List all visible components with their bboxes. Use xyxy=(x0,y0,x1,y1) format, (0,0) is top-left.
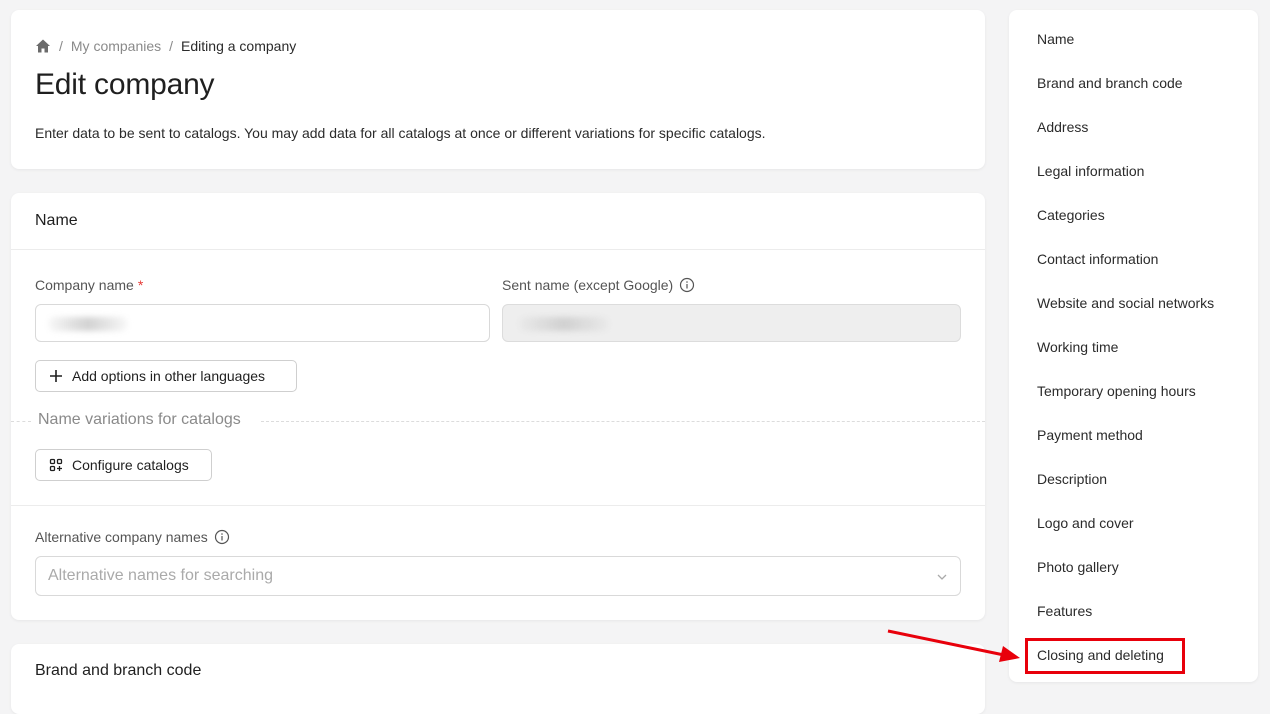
sidebar-item-temporary-hours[interactable]: Temporary opening hours xyxy=(1037,383,1196,399)
configure-catalogs-button[interactable]: Configure catalogs xyxy=(35,449,212,481)
grid-plus-icon xyxy=(48,457,64,473)
brand-section-card: Brand and branch code xyxy=(11,644,985,714)
company-name-input[interactable] xyxy=(35,304,490,342)
sidebar-item-working-time[interactable]: Working time xyxy=(1037,339,1118,355)
sidebar-item-logo[interactable]: Logo and cover xyxy=(1037,515,1134,531)
add-languages-button-label: Add options in other languages xyxy=(72,368,266,384)
dashed-line xyxy=(11,421,31,422)
sidebar-item-payment[interactable]: Payment method xyxy=(1037,427,1143,443)
section-title-brand: Brand and branch code xyxy=(35,662,202,679)
home-icon[interactable] xyxy=(35,38,51,54)
breadcrumb: / My companies / Editing a company xyxy=(35,38,296,54)
name-section-card: Name Company name * Sent name (except Go… xyxy=(11,193,985,620)
sidebar-item-features[interactable]: Features xyxy=(1037,603,1092,619)
section-divider xyxy=(11,249,985,250)
info-icon[interactable] xyxy=(214,529,230,545)
page-title: Edit company xyxy=(35,68,215,101)
sidebar-item-categories[interactable]: Categories xyxy=(1037,207,1105,223)
sent-name-label-text: Sent name (except Google) xyxy=(502,277,674,293)
sidebar-item-description[interactable]: Description xyxy=(1037,471,1107,487)
breadcrumb-separator: / xyxy=(59,38,63,54)
variations-label: Name variations for catalogs xyxy=(38,411,241,429)
page-description: Enter data to be sent to catalogs. You m… xyxy=(35,125,766,141)
chevron-down-icon xyxy=(936,570,948,582)
plus-icon xyxy=(48,368,64,384)
annotation-highlight-box xyxy=(1025,638,1185,674)
sent-name-input xyxy=(502,304,961,342)
info-icon[interactable] xyxy=(679,277,695,293)
alt-names-label-text: Alternative company names xyxy=(35,529,208,545)
alt-names-select[interactable]: Alternative names for searching xyxy=(35,556,961,596)
required-mark: * xyxy=(137,277,144,293)
breadcrumb-my-companies[interactable]: My companies xyxy=(71,38,161,54)
alt-names-label: Alternative company names xyxy=(35,529,230,545)
sidebar-item-website[interactable]: Website and social networks xyxy=(1037,295,1214,311)
section-nav-sidebar: Name Brand and branch code Address Legal… xyxy=(1009,10,1258,682)
section-divider xyxy=(11,505,985,506)
catalog-variations-divider: Name variations for catalogs xyxy=(11,411,985,431)
company-name-label: Company name * xyxy=(35,277,143,293)
sent-name-label: Sent name (except Google) xyxy=(502,277,695,293)
dashed-line xyxy=(261,421,985,422)
sidebar-item-contact[interactable]: Contact information xyxy=(1037,251,1158,267)
breadcrumb-separator: / xyxy=(169,38,174,54)
redacted-value xyxy=(519,317,609,331)
sidebar-item-name[interactable]: Name xyxy=(1037,31,1074,47)
sidebar-item-brand[interactable]: Brand and branch code xyxy=(1037,75,1183,91)
sidebar-item-photos[interactable]: Photo gallery xyxy=(1037,559,1119,575)
page-header-card: / My companies / Editing a company Edit … xyxy=(11,10,985,169)
alt-names-placeholder: Alternative names for searching xyxy=(48,567,273,584)
sidebar-item-address[interactable]: Address xyxy=(1037,119,1088,135)
section-title-name: Name xyxy=(35,212,78,229)
redacted-value xyxy=(48,317,128,331)
breadcrumb-current: Editing a company xyxy=(181,38,297,54)
company-name-label-text: Company name xyxy=(35,277,134,293)
add-languages-button[interactable]: Add options in other languages xyxy=(35,360,297,392)
sidebar-item-legal[interactable]: Legal information xyxy=(1037,163,1144,179)
configure-catalogs-button-label: Configure catalogs xyxy=(72,457,189,473)
